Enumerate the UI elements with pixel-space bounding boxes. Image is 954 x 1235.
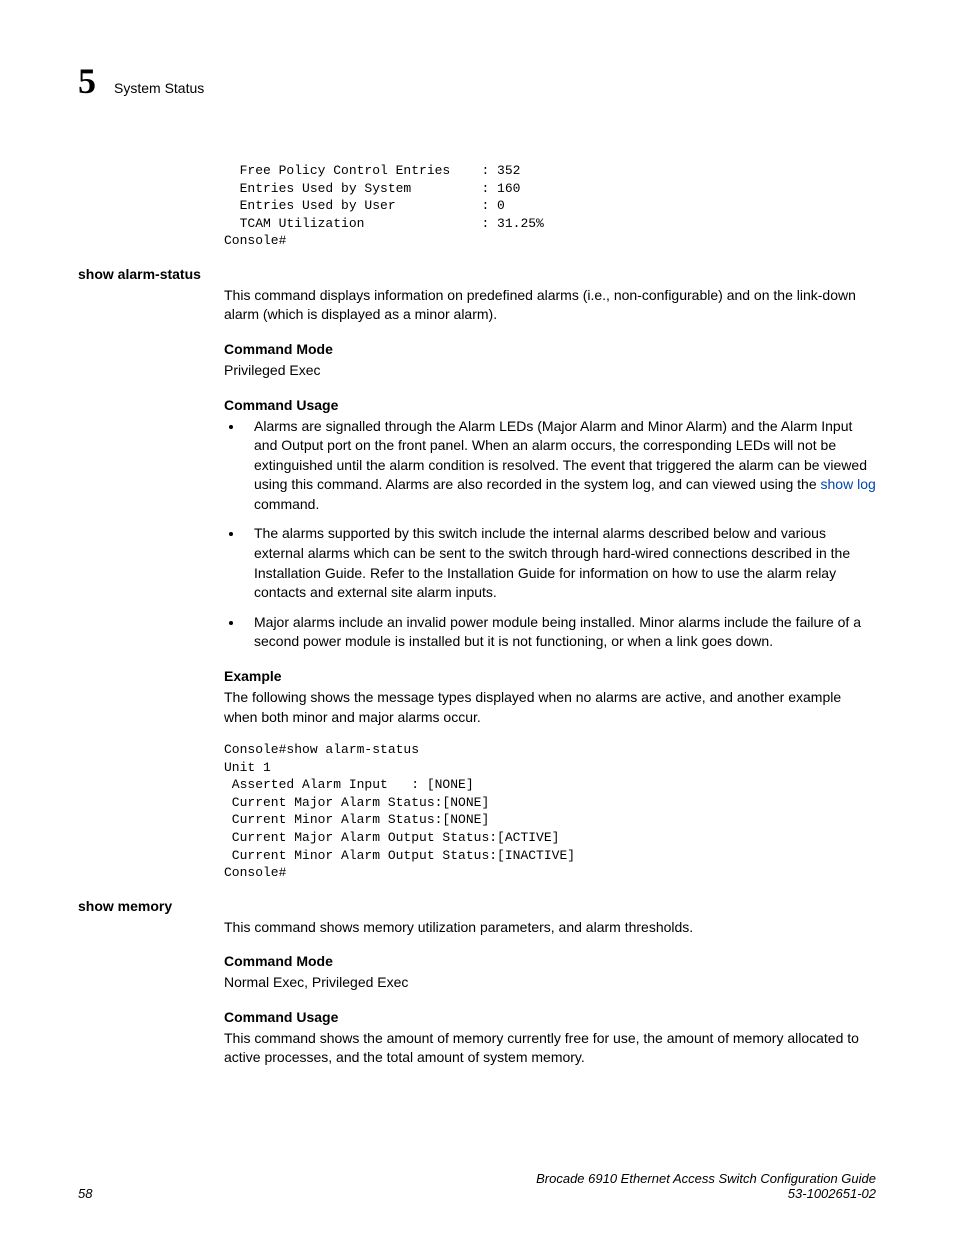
intro-paragraph: This command shows memory utilization pa… [224,918,876,938]
command-usage-text: This command shows the amount of memory … [224,1029,876,1068]
chapter-title: System Status [114,80,204,96]
doc-id: 53-1002651-02 [536,1186,876,1201]
example-label: Example [224,668,876,684]
command-usage-label: Command Usage [224,1009,876,1025]
page-number: 58 [78,1186,92,1201]
command-mode-label: Command Mode [224,341,876,357]
command-usage-label: Command Usage [224,397,876,413]
page-header: 5 System Status [78,60,876,102]
bullet-text-post: command. [254,496,319,512]
bullet-item: The alarms supported by this switch incl… [244,524,876,602]
section-heading-show-memory: show memory [78,898,876,914]
example-intro: The following shows the message types di… [224,688,876,727]
chapter-number: 5 [78,60,96,102]
command-mode-label: Command Mode [224,953,876,969]
page-footer: 58 Brocade 6910 Ethernet Access Switch C… [78,1171,876,1201]
code-block-tcam: Free Policy Control Entries : 352 Entrie… [224,162,876,250]
show-log-link[interactable]: show log [821,476,876,492]
command-mode-value: Normal Exec, Privileged Exec [224,973,876,993]
command-mode-value: Privileged Exec [224,361,876,381]
usage-bullets: Alarms are signalled through the Alarm L… [244,417,876,653]
section-heading-show-alarm-status: show alarm-status [78,266,876,282]
bullet-text-pre: Alarms are signalled through the Alarm L… [254,418,867,493]
doc-title: Brocade 6910 Ethernet Access Switch Conf… [536,1171,876,1186]
bullet-item: Major alarms include an invalid power mo… [244,613,876,652]
bullet-item: Alarms are signalled through the Alarm L… [244,417,876,515]
code-block-alarm-status: Console#show alarm-status Unit 1 Asserte… [224,741,876,881]
intro-paragraph: This command displays information on pre… [224,286,876,325]
